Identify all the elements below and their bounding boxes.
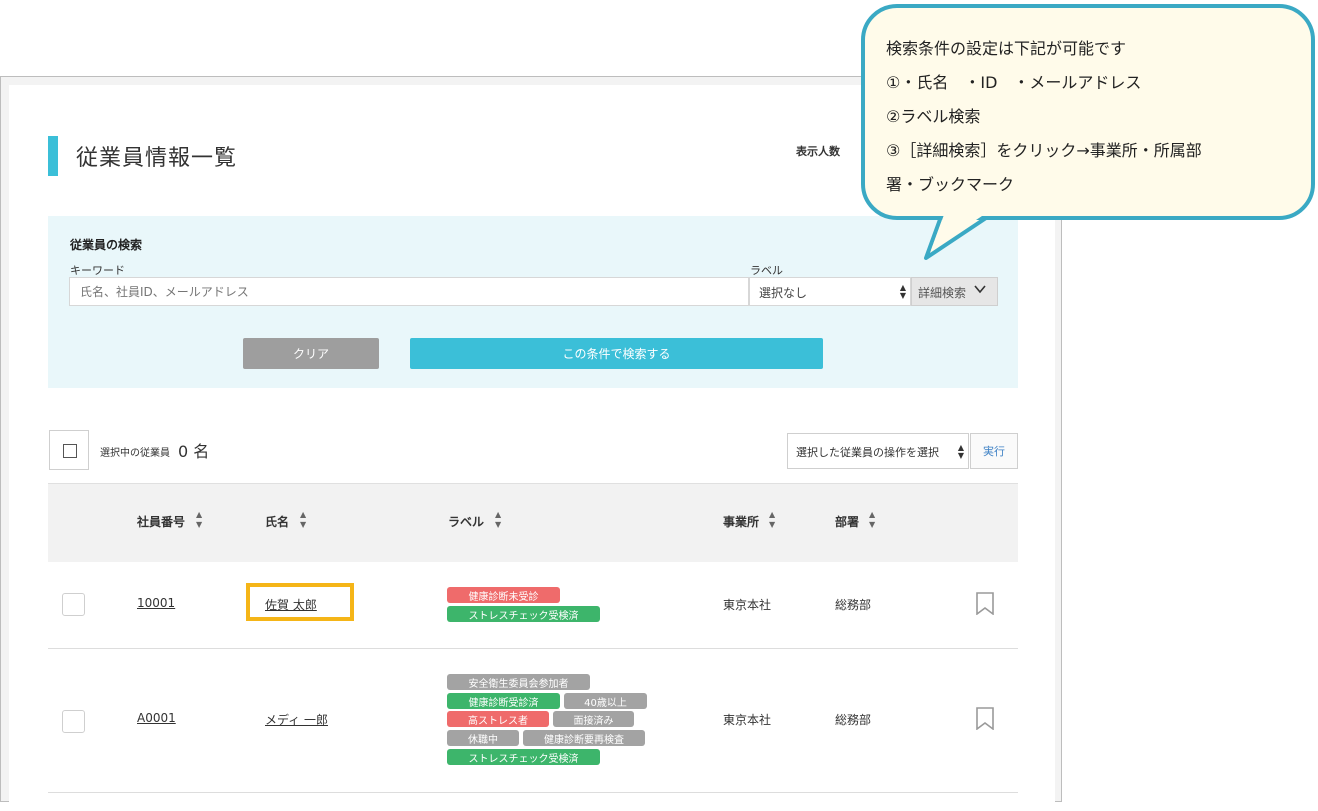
column-header-department[interactable]: 部署 — [835, 513, 859, 530]
label-tag: 健康診断受診済 — [447, 693, 560, 709]
checkbox-icon — [63, 444, 77, 458]
title-accent-bar — [48, 136, 58, 176]
row-checkbox[interactable] — [62, 710, 85, 733]
employee-name-link[interactable]: メディ 一郎 — [265, 711, 328, 728]
label-tag: 休職中 — [447, 730, 519, 746]
department-cell: 総務部 — [835, 713, 872, 727]
row-divider — [48, 792, 1018, 793]
label-tag: 健康診断要再検査 — [523, 730, 645, 746]
column-header-id[interactable]: 社員番号 — [137, 513, 185, 530]
operation-select-value: 選択した従業員の操作を選択 — [796, 446, 939, 459]
select-arrows-icon: ▲ ▼ — [957, 443, 964, 460]
clear-button[interactable]: クリア — [243, 338, 379, 369]
bookmark-icon[interactable] — [976, 592, 994, 616]
label-select-value: 選択なし — [759, 286, 808, 300]
chevron-down-icon — [973, 282, 987, 300]
label-tag: ストレスチェック受検済 — [447, 749, 600, 765]
detail-search-button[interactable]: 詳細検索 — [911, 277, 998, 306]
employee-name-link[interactable]: 佐賀 太郎 — [265, 596, 317, 613]
execute-button[interactable]: 実行 — [970, 433, 1018, 469]
callout-line: ③［詳細検索］をクリック→事業所・所属部 — [886, 141, 1202, 160]
office-cell: 東京本社 — [723, 598, 772, 612]
row-divider — [48, 648, 1018, 649]
page-title: 従業員情報一覧 — [76, 146, 238, 171]
column-header-office[interactable]: 事業所 — [723, 513, 759, 530]
operation-select[interactable]: 選択した従業員の操作を選択 ▲ ▼ — [787, 433, 969, 469]
search-button[interactable]: この条件で検索する — [410, 338, 823, 369]
selected-count: 0 名 — [178, 442, 210, 461]
keyword-label: キーワード — [70, 264, 125, 277]
callout-text: 検索条件の設定は下記が可能です ①・氏名 ・ID ・メールアドレス ②ラベル検索… — [886, 32, 1202, 202]
sort-icon[interactable]: ▲ ▼ — [300, 510, 306, 530]
keyword-input[interactable] — [69, 277, 749, 306]
callout-line: 署・ブックマーク — [886, 175, 1015, 194]
callout-line: 検索条件の設定は下記が可能です — [886, 39, 1127, 58]
select-all-checkbox[interactable] — [49, 430, 89, 470]
office-cell: 東京本社 — [723, 713, 772, 727]
detail-search-label: 詳細検索 — [918, 286, 967, 300]
display-count-label: 表示人数 — [796, 145, 840, 158]
bookmark-icon[interactable] — [976, 707, 994, 731]
search-title: 従業員の検索 — [70, 238, 143, 252]
select-arrows-icon: ▲ ▼ — [899, 283, 906, 300]
department-cell: 総務部 — [835, 598, 872, 612]
sort-icon[interactable]: ▲ ▼ — [196, 510, 202, 530]
callout-line: ②ラベル検索 — [886, 107, 981, 126]
row-checkbox[interactable] — [62, 593, 85, 616]
label-tag: 高ストレス者 — [447, 711, 549, 727]
label-tag: 40歳以上 — [564, 693, 647, 709]
label-tag: 面接済み — [553, 711, 634, 727]
label-tag: ストレスチェック受検済 — [447, 606, 600, 622]
column-header-name[interactable]: 氏名 — [265, 513, 289, 530]
sort-icon[interactable]: ▲ ▼ — [869, 510, 875, 530]
label-filter-label: ラベル — [750, 264, 783, 277]
label-tag: 安全衛生委員会参加者 — [447, 674, 590, 690]
selected-employees-label: 選択中の従業員 — [100, 448, 170, 459]
employee-id-link[interactable]: 10001 — [137, 596, 175, 610]
label-tag: 健康診断未受診 — [447, 587, 560, 603]
column-header-label[interactable]: ラベル — [448, 513, 484, 530]
sort-icon[interactable]: ▲ ▼ — [495, 510, 501, 530]
label-select[interactable]: 選択なし ▲ ▼ — [749, 277, 911, 306]
sort-icon[interactable]: ▲ ▼ — [769, 510, 775, 530]
employee-id-link[interactable]: A0001 — [137, 711, 176, 725]
callout-line: ①・氏名 ・ID ・メールアドレス — [886, 73, 1142, 92]
